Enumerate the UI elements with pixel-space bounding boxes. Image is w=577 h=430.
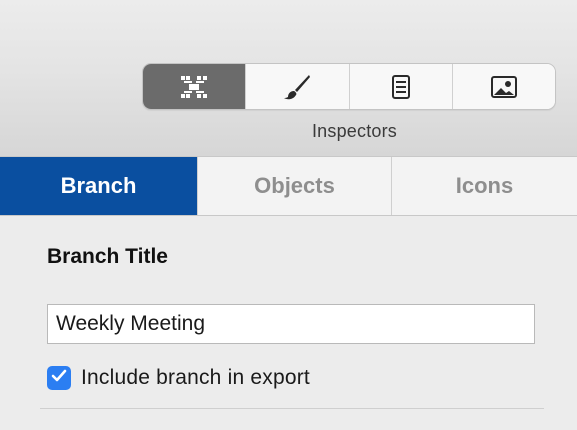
segment-branch-inspector[interactable] <box>143 64 246 109</box>
segment-canvas-inspector[interactable] <box>451 64 555 109</box>
tab-objects[interactable]: Objects <box>197 157 391 215</box>
inspector-segmented-control <box>142 63 556 110</box>
image-icon <box>490 75 517 98</box>
segment-style-inspector[interactable] <box>245 64 349 109</box>
branch-title-input[interactable] <box>47 304 535 344</box>
branch-layout-icon <box>181 75 208 98</box>
document-icon <box>391 74 410 99</box>
tab-branch[interactable]: Branch <box>0 157 197 215</box>
divider <box>40 408 544 409</box>
checkmark-icon <box>51 369 67 388</box>
branch-panel: Branch Title Include branch in export <box>0 216 577 430</box>
brush-icon <box>283 74 311 100</box>
include-in-export-row[interactable]: Include branch in export <box>47 366 310 390</box>
inspectors-label: Inspectors <box>311 121 398 141</box>
include-in-export-label: Include branch in export <box>81 366 310 389</box>
segment-document-inspector[interactable] <box>348 64 452 109</box>
inspector-tabs: Branch Objects Icons <box>0 156 577 216</box>
include-in-export-checkbox[interactable] <box>47 366 71 390</box>
tab-icons[interactable]: Icons <box>391 157 577 215</box>
branch-title-heading: Branch Title <box>47 245 168 268</box>
inspector-toolbar: Inspectors <box>0 0 577 156</box>
